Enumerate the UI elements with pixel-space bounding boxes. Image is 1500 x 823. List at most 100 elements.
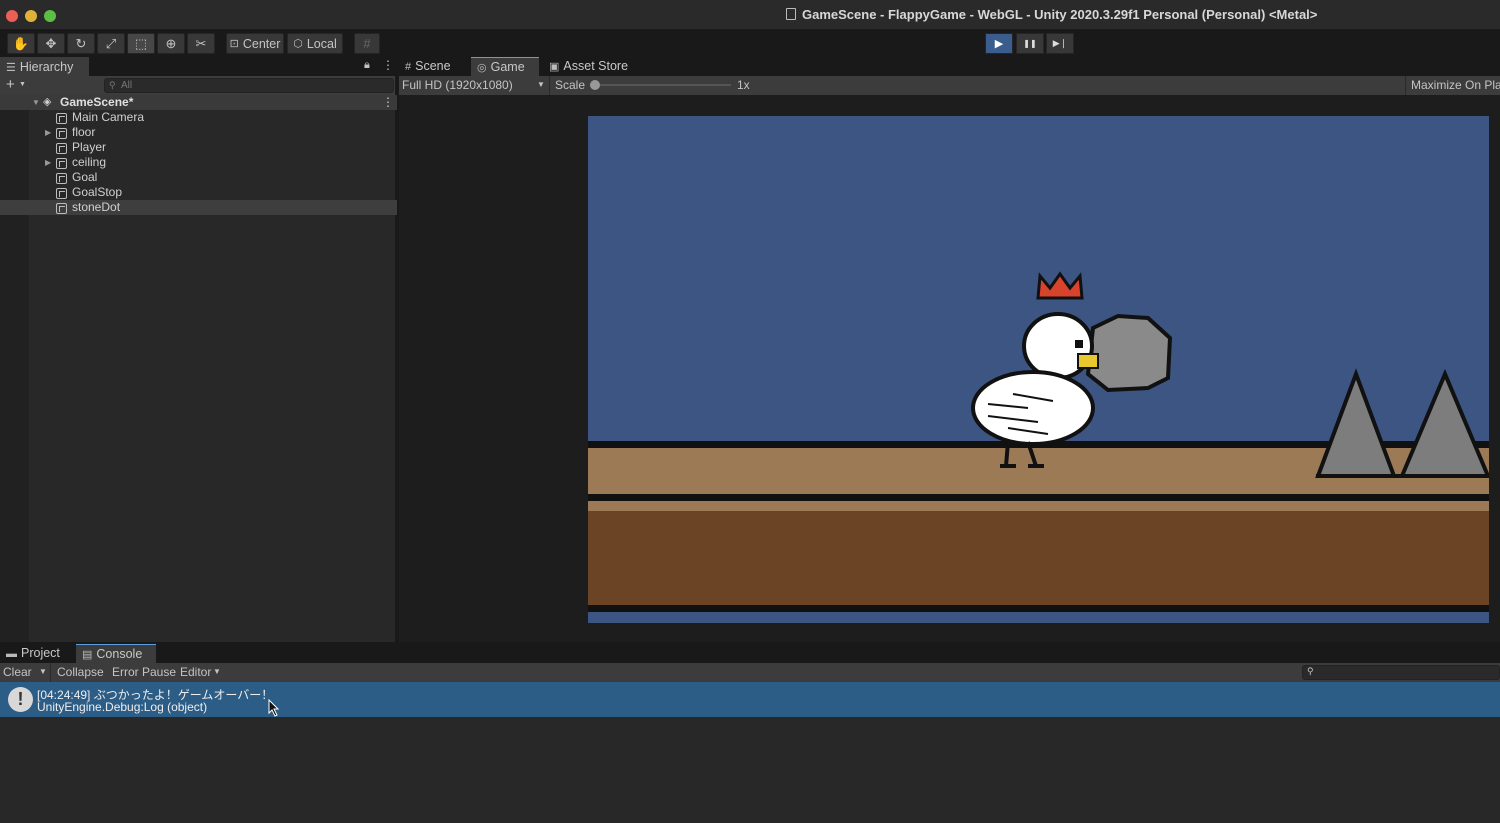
step-button[interactable]: ▶❘ [1046,33,1074,54]
tab-hierarchy-label: Hierarchy [19,60,74,74]
scale-slider-track[interactable] [595,84,731,86]
clear-button[interactable]: Clear [3,665,32,679]
rotate-tool-icon: ↻ [75,35,87,51]
console-toolbar: Clear ▼ Collapse Error Pause Editor ▼ ⚲ [0,663,1500,682]
hierarchy-item[interactable]: ▶ floor [0,125,397,140]
pivot-icon: ⊡ [229,38,239,50]
grid-snap-icon: # [363,36,371,51]
main-toolbar: ✋ ✥ ↻ ⤢ ⬚ ⊕ ✂ ⊡ Center ⬡ Local # ▶ ❚❚ ▶❘ [0,30,1500,57]
rect-tool-icon: ⬚ [134,35,148,51]
game-viewport[interactable] [588,116,1489,623]
unity-scene-icon: ◈ [43,96,52,108]
hierarchy-item-label: ceiling [72,155,107,169]
transform-tool-icon: ⊕ [165,35,177,51]
editor-dropdown-icon[interactable]: ▼ [213,667,221,676]
gameobject-cube-icon [56,173,67,184]
divider [50,663,51,682]
expand-arrow-icon[interactable]: ▶ [45,155,51,170]
more-options-icon[interactable]: ⋮ [382,58,394,72]
hierarchy-item-label: stoneDot [72,200,121,214]
console-search-input[interactable]: ⚲ [1302,665,1500,680]
play-button[interactable]: ▶ [985,33,1013,54]
editor-dropdown[interactable]: Editor [180,665,211,679]
gameobject-cube-icon [56,113,67,124]
move-tool-button[interactable]: ✥ [37,33,65,54]
expand-arrow-icon[interactable]: ▶ [45,125,51,140]
gameobject-cube-icon [56,128,67,139]
log-info-icon: ! [8,687,33,712]
expand-arrow-icon[interactable]: ▼ [32,95,40,110]
maximize-on-play-toggle[interactable]: Maximize On Play [1411,78,1500,92]
console-icon: ▤ [82,649,93,661]
hierarchy-search-bar: + ▼ ⚲ All [0,76,395,95]
tab-console-label: Console [96,647,143,661]
error-pause-button[interactable]: Error Pause [112,665,176,679]
pause-button[interactable]: ❚❚ [1016,33,1044,54]
scale-tool-button[interactable]: ⤢ [97,33,125,54]
hierarchy-item[interactable]: Player [0,140,397,155]
log-stacktrace: UnityEngine.Debug:Log (object) [37,700,208,714]
gameobject-cube-icon [56,188,67,199]
play-icon: ▶ [994,38,1004,50]
close-window-button[interactable] [6,10,18,22]
pivot-local-button[interactable]: ⬡ Local [287,33,343,54]
hierarchy-item-label: Main Camera [72,110,145,124]
lock-icon[interactable]: 🔒︎ [364,59,370,72]
list-icon: ☰ [6,62,16,74]
tab-scene-label: Scene [415,59,451,73]
scene-more-icon[interactable]: ⋮ [382,95,394,110]
move-tool-icon: ✥ [45,35,57,51]
hand-tool-button[interactable]: ✋ [7,33,35,54]
maximize-window-button[interactable] [44,10,56,22]
toolbar-divider-2 [1405,76,1406,95]
tab-hierarchy[interactable]: ☰ Hierarchy [0,57,89,76]
clear-dropdown-icon[interactable]: ▼ [39,667,47,676]
scene-root-row[interactable]: ▼ ◈ GameScene* ⋮ [0,95,397,110]
game-view-toolbar: Full HD (1920x1080) ▼ Scale 1x Maximize … [399,76,1500,95]
stone-dot [1085,313,1173,393]
hierarchy-item[interactable]: stoneDot [0,200,397,215]
minimize-window-button[interactable] [25,10,37,22]
transform-tool-button[interactable]: ⊕ [157,33,185,54]
gameobject-cube-icon [56,203,67,214]
search-icon: ⚲ [1307,666,1314,676]
rect-tool-button[interactable]: ⬚ [127,33,155,54]
log-entry-row[interactable]: ! [04:24:49] ぶつかったよ！ゲームオーバー！ UnityEngine… [0,682,1500,717]
tab-asset-store[interactable]: ▣ Asset Store [543,57,639,76]
tab-scene[interactable]: # Scene [399,57,469,76]
pivot-label: Center [242,36,281,51]
add-object-button[interactable]: + [6,76,15,94]
player-bird [971,271,1099,468]
hierarchy-item-label: floor [72,125,96,139]
pivot-center-button[interactable]: ⊡ Center [226,33,284,54]
collapse-button[interactable]: Collapse [57,665,104,679]
pause-icon: ❚❚ [1023,39,1037,48]
console-tab-row: ▬ Project ▤ Console [0,644,1500,663]
game-scene-render [588,271,1489,612]
hierarchy-tab-row: ☰ Hierarchy 🔒︎ ⋮ [0,57,395,76]
scale-label: Scale [555,78,586,92]
scale-tool-icon: ⤢ [105,35,117,51]
custom-tool-button[interactable]: ✂ [187,33,215,54]
scale-slider-handle[interactable] [590,80,600,90]
tab-project[interactable]: ▬ Project [0,644,74,663]
tab-game-label: Game [490,60,525,74]
local-cube-icon: ⬡ [293,38,303,50]
hierarchy-item[interactable]: ▶ ceiling [0,155,397,170]
hierarchy-item[interactable]: Goal [0,170,397,185]
rotate-tool-button[interactable]: ↻ [67,33,95,54]
resolution-dropdown-arrow-icon[interactable]: ▼ [537,80,545,89]
ground-bottom [588,511,1489,605]
hierarchy-search-input[interactable]: ⚲ All [104,78,394,93]
hierarchy-item[interactable]: GoalStop [0,185,397,200]
resolution-dropdown[interactable]: Full HD (1920x1080) [402,78,513,92]
hierarchy-item[interactable]: Main Camera [0,110,397,125]
tab-game[interactable]: ◎ Game [471,57,539,76]
tab-console[interactable]: ▤ Console [76,644,156,663]
window-title: GameScene - FlappyGame - WebGL - Unity 2… [786,7,1317,22]
grid-icon: # [405,61,412,73]
scale-value: 1x [737,78,750,92]
chevron-down-icon[interactable]: ▼ [19,81,26,88]
window-title-text: GameScene - FlappyGame - WebGL - Unity 2… [802,7,1318,22]
grid-snap-button[interactable]: # [354,33,380,54]
